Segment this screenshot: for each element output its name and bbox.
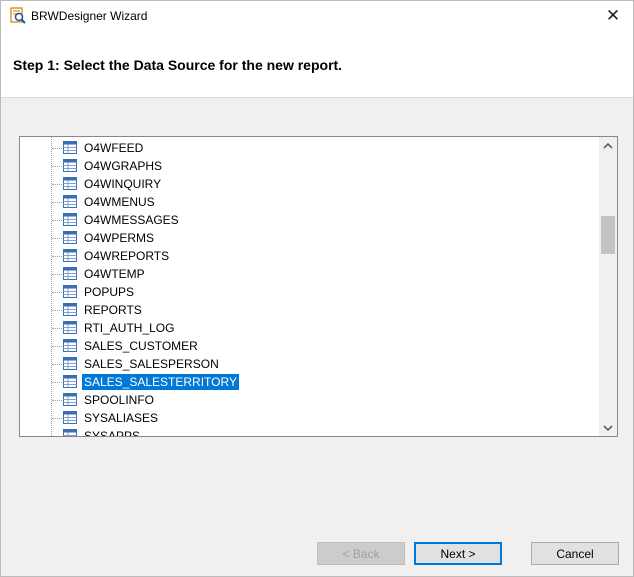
tree-connector	[52, 238, 62, 239]
next-button[interactable]: Next >	[414, 542, 502, 565]
tree-item[interactable]: O4WTEMP	[20, 265, 598, 283]
tree-item[interactable]: SALES_SALESPERSON	[20, 355, 598, 373]
tree-item[interactable]: O4WINQUIRY	[20, 175, 598, 193]
table-icon	[63, 357, 77, 370]
tree-connector	[52, 148, 62, 149]
tree-connector	[52, 310, 62, 311]
tree-connector	[52, 400, 62, 401]
tree-item-label[interactable]: O4WPERMS	[82, 230, 156, 246]
window-title: BRWDesigner Wizard	[31, 9, 148, 23]
tree-view[interactable]: O4WFEED O4WGRAPHS O4WINQUIRY O4WMENUS O4WMES…	[20, 137, 598, 436]
tree-item[interactable]: REPORTS	[20, 301, 598, 319]
table-icon	[63, 177, 77, 190]
vertical-scrollbar[interactable]	[599, 137, 617, 436]
tree-connector	[52, 256, 62, 257]
page-title: Step 1: Select the Data Source for the n…	[13, 57, 343, 73]
tree-item-label[interactable]: SYSAPPS	[82, 428, 142, 436]
table-icon	[63, 375, 77, 388]
tree-item-label[interactable]: SALES_SALESPERSON	[82, 356, 221, 372]
tree-item-label[interactable]: O4WFEED	[82, 140, 145, 156]
tree-connector	[52, 292, 62, 293]
wizard-window: BRWDesigner Wizard ✕ Step 1: Select the …	[0, 0, 634, 577]
back-button[interactable]: < Back	[317, 542, 405, 565]
tree-item-label[interactable]: SYSALIASES	[82, 410, 160, 426]
tree-connector	[52, 202, 62, 203]
tree-item-label[interactable]: SALES_SALESTERRITORY	[82, 374, 239, 390]
tree-item[interactable]: O4WREPORTS	[20, 247, 598, 265]
chevron-down-icon[interactable]	[603, 424, 613, 432]
table-icon	[63, 141, 77, 154]
tree-item[interactable]: SPOOLINFO	[20, 391, 598, 409]
table-icon	[63, 339, 77, 352]
tree-item[interactable]: O4WFEED	[20, 139, 598, 157]
table-icon	[63, 213, 77, 226]
table-icon	[63, 411, 77, 424]
tree-item[interactable]: SYSAPPS	[20, 427, 598, 436]
table-icon	[63, 249, 77, 262]
table-icon	[63, 231, 77, 244]
tree-item[interactable]: RTI_AUTH_LOG	[20, 319, 598, 337]
tree-item[interactable]: SALES_SALESTERRITORY	[20, 373, 598, 391]
close-icon[interactable]: ✕	[606, 6, 620, 26]
tree-connector	[52, 382, 62, 383]
tree-connector	[52, 364, 62, 365]
tree-item-label[interactable]: O4WGRAPHS	[82, 158, 164, 174]
close-button[interactable]: ✕	[593, 1, 633, 31]
table-icon	[63, 285, 77, 298]
tree-connector	[52, 166, 62, 167]
table-icon	[63, 303, 77, 316]
scroll-up-button[interactable]	[599, 137, 617, 154]
tree-item-label[interactable]: SALES_CUSTOMER	[82, 338, 200, 354]
table-icon	[63, 267, 77, 280]
tree-item-label[interactable]: O4WREPORTS	[82, 248, 171, 264]
tree-connector	[52, 418, 62, 419]
tree-item-label[interactable]: O4WINQUIRY	[82, 176, 163, 192]
tree-item-label[interactable]: O4WTEMP	[82, 266, 147, 282]
tree-item[interactable]: POPUPS	[20, 283, 598, 301]
table-icon	[63, 321, 77, 334]
tree-item[interactable]: O4WMENUS	[20, 193, 598, 211]
title-bar: BRWDesigner Wizard ✕	[1, 1, 633, 31]
tree-connector	[52, 328, 62, 329]
tree-item-label[interactable]: O4WMENUS	[82, 194, 157, 210]
cancel-button[interactable]: Cancel	[531, 542, 619, 565]
tree-item-label[interactable]: SPOOLINFO	[82, 392, 156, 408]
tree-item[interactable]: O4WGRAPHS	[20, 157, 598, 175]
tree-item[interactable]: O4WMESSAGES	[20, 211, 598, 229]
wizard-header: Step 1: Select the Data Source for the n…	[1, 31, 633, 98]
app-icon	[10, 7, 26, 24]
tree-item[interactable]: SALES_CUSTOMER	[20, 337, 598, 355]
tree-item-label[interactable]: REPORTS	[82, 302, 144, 318]
tree-connector	[52, 274, 62, 275]
tree-item[interactable]: O4WPERMS	[20, 229, 598, 247]
tree-item-label[interactable]: O4WMESSAGES	[82, 212, 181, 228]
data-source-tree[interactable]: O4WFEED O4WGRAPHS O4WINQUIRY O4WMENUS O4WMES…	[19, 136, 618, 437]
tree-connector	[52, 346, 62, 347]
tree-item-label[interactable]: RTI_AUTH_LOG	[82, 320, 176, 336]
table-icon	[63, 429, 77, 436]
tree-item[interactable]: SYSALIASES	[20, 409, 598, 427]
scroll-thumb[interactable]	[601, 216, 615, 254]
tree-connector	[52, 220, 62, 221]
table-icon	[63, 195, 77, 208]
chevron-up-icon[interactable]	[603, 142, 613, 150]
table-icon	[63, 393, 77, 406]
tree-item-label[interactable]: POPUPS	[82, 284, 136, 300]
tree-connector	[52, 184, 62, 185]
scroll-down-button[interactable]	[599, 419, 617, 436]
table-icon	[63, 159, 77, 172]
